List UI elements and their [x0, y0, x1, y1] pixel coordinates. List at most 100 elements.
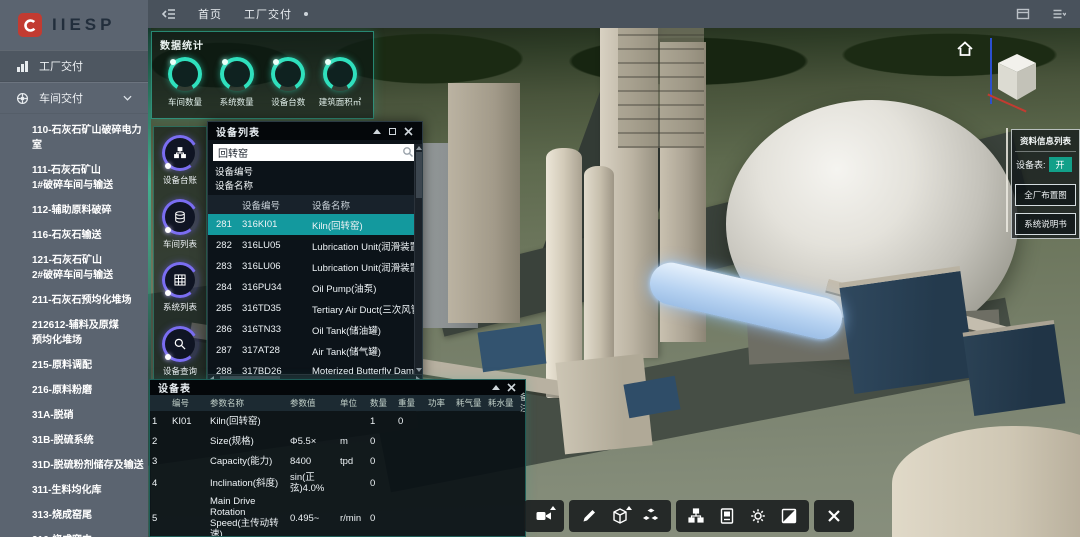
sidebar-workshop-item[interactable]: 111-石灰石矿山 1#破碎车间与输送 [30, 163, 148, 193]
database-icon [173, 210, 187, 224]
device-table-row[interactable]: 5 Main Drive Rotation Speed(主传动转速) 0.495… [150, 495, 525, 537]
param-code [170, 517, 208, 519]
param-qty: 0 [368, 512, 396, 525]
sidebar-workshop-item[interactable]: 31A-脱硝 [30, 408, 148, 423]
collapse-icon[interactable] [490, 382, 501, 393]
stats-panel: 数据统计 车间数量 系统数量 设备台数 建筑面积㎡ [151, 31, 374, 119]
param-water [486, 517, 518, 519]
sidebar-workshop-item[interactable]: 110-石灰石矿山破碎电力室 [30, 123, 148, 153]
sidebar-workshop-item-label: 121-石灰石矿山 2#破碎车间与输送 [30, 253, 148, 283]
close-toolbar-button[interactable] [822, 504, 846, 528]
vertical-scrollbar[interactable] [414, 144, 422, 374]
scroll-down-icon[interactable] [416, 368, 422, 372]
dock-system-list[interactable]: 系统列表 [162, 262, 198, 313]
device-table-row[interactable]: 2 Size(规格) Φ5.5× m 0 [150, 431, 525, 451]
gear-icon [749, 507, 767, 525]
device-table-col: 耗水量 [486, 397, 518, 410]
sidebar-workshop-item[interactable]: 216-原料粉磨 [30, 383, 148, 398]
menu-caret-icon[interactable] [1052, 7, 1066, 21]
menu-factory-delivery[interactable]: 工厂交付 [244, 6, 292, 22]
param-qty: 0 [368, 435, 396, 448]
param-value: 8400 [288, 455, 338, 468]
equipment-row[interactable]: 281 316KI01 Kiln(回转窑) [208, 214, 414, 235]
close-icon[interactable] [403, 126, 414, 137]
sidebar-workshop-item-label: 316-烧成窑中 [30, 533, 148, 537]
equipment-row[interactable]: 285 316TD35 Tertiary Air Duct(三次风管) [208, 298, 414, 319]
sidebar-item-label: 车间交付 [39, 90, 83, 106]
param-note [518, 460, 525, 462]
sidebar-item-factory-delivery[interactable]: 工厂交付 [0, 50, 148, 82]
hierarchy-button[interactable] [684, 504, 708, 528]
sidebar-workshop-item[interactable]: 316-烧成窑中 [30, 533, 148, 537]
scroll-up-icon[interactable] [416, 146, 422, 150]
sidebar-workshop-item[interactable]: 215-原料调配 [30, 358, 148, 373]
sidebar-item-workshop-delivery[interactable]: 车间交付 [0, 82, 148, 114]
equipment-row[interactable]: 287 317AT28 Air Tank(储气罐) [208, 340, 414, 361]
param-note [518, 440, 525, 442]
cube-explode-button[interactable] [639, 504, 663, 528]
screenshot-card-button[interactable] [715, 504, 739, 528]
equipment-row[interactable]: 282 316LU05 Lubrication Unit(润滑装置) [208, 235, 414, 256]
param-code [170, 482, 208, 484]
equipment-row[interactable]: 288 317BD26 Moterized Butterfly Dampe [208, 361, 414, 374]
sidebar-workshop-item-label: 112-辅助原料破碎 [30, 203, 148, 218]
device-table-col: 单位 [338, 397, 368, 410]
scroll-thumb[interactable] [416, 152, 422, 198]
dock-equipment-ledger[interactable]: 设备台账 [162, 135, 198, 186]
device-table-title: 设备表 [158, 380, 191, 395]
dock-workshop-list[interactable]: 车间列表 [162, 199, 198, 250]
video-camera-button[interactable] [532, 504, 556, 528]
device-table-col: 耗气量 [454, 397, 486, 410]
sidebar-workshop-item[interactable]: 31D-脱硫粉剂储存及输送 [30, 458, 148, 473]
dock-equipment-search[interactable]: 设备查询 [162, 326, 198, 377]
param-index: 2 [150, 435, 170, 448]
equipment-search-input[interactable] [213, 144, 417, 161]
sidebar-workshop-item[interactable]: 313-烧成窑尾 [30, 508, 148, 523]
equipment-row-code: 317BD26 [240, 366, 312, 374]
search-icon[interactable] [402, 146, 414, 158]
pencil-button[interactable] [577, 504, 601, 528]
collapse-icon[interactable] [371, 126, 382, 137]
view-cube[interactable] [994, 52, 1040, 106]
equipment-row-no: 282 [208, 240, 240, 251]
sidebar-workshop-item[interactable]: 116-石灰石输送 [30, 228, 148, 243]
equipment-row[interactable]: 284 316PU34 Oil Pump(油泵) [208, 277, 414, 298]
device-table-rows: 1 KI01 Kiln(回转窑) 1 0 2 Size(规格) [150, 411, 525, 537]
sidebar-workshop-item[interactable]: 211-石灰石预均化堆场 [30, 293, 148, 308]
menu-home[interactable]: 首页 [198, 6, 222, 22]
maximize-icon[interactable] [387, 126, 398, 137]
col-equipment-no: 设备编号 [240, 198, 312, 212]
top-menu-bar: 首页 工厂交付 [148, 0, 1080, 28]
sidebar-workshop-item[interactable]: 212612-辅料及原煤 预均化堆场 [30, 318, 148, 348]
panel-icon[interactable] [1016, 7, 1030, 21]
home-icon[interactable] [956, 40, 974, 58]
gauge-workshop-count: 车间数量 [160, 57, 210, 108]
wheel-icon [16, 92, 29, 105]
cube-pan-button[interactable] [608, 504, 632, 528]
collapse-sidebar-icon[interactable] [162, 7, 176, 21]
toolbar-group-tools [676, 500, 809, 532]
device-table-titlebar[interactable]: 设备表 [150, 380, 525, 395]
close-icon[interactable] [506, 382, 517, 393]
image-contrast-button[interactable] [777, 504, 801, 528]
sidebar-workshop-item[interactable]: 121-石灰石矿山 2#破碎车间与输送 [30, 253, 148, 283]
gauge-equipment-count: 设备台数 [263, 57, 313, 108]
equipment-row-name: Lubrication Unit(润滑装置) [312, 260, 414, 274]
system-manual-button[interactable]: 系统说明书 [1015, 213, 1076, 235]
param-name: Size(规格) [208, 435, 288, 448]
equipment-row[interactable]: 283 316LU06 Lubrication Unit(润滑装置) [208, 256, 414, 277]
device-table-row[interactable]: 4 Inclination(斜度) sin(正弦)4.0% 0 [150, 471, 525, 495]
sidebar-workshop-item[interactable]: 311-生料均化库 [30, 483, 148, 498]
gear-button[interactable] [746, 504, 770, 528]
filter-equipment-no[interactable]: 设备编号 [215, 166, 415, 180]
equipment-row[interactable]: 286 316TN33 Oil Tank(储油罐) [208, 319, 414, 340]
device-table-row[interactable]: 3 Capacity(能力) 8400 tpd 0 [150, 451, 525, 471]
toggle-on-badge[interactable]: 开 [1049, 157, 1072, 172]
device-table-row[interactable]: 1 KI01 Kiln(回转窑) 1 0 [150, 411, 525, 431]
plant-layout-button[interactable]: 全厂布置图 [1015, 184, 1076, 206]
param-weight [396, 482, 426, 484]
sidebar-workshop-item[interactable]: 31B-脱硫系统 [30, 433, 148, 448]
equipment-list-titlebar[interactable]: 设备列表 [208, 122, 422, 140]
sidebar-workshop-item[interactable]: 112-辅助原料破碎 [30, 203, 148, 218]
filter-equipment-name[interactable]: 设备名称 [215, 180, 415, 194]
